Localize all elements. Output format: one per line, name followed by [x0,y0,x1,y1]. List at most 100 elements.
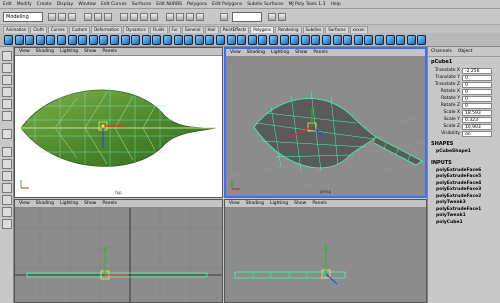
viewport-persp[interactable]: View Shading Lighting Show Panels persp [224,47,427,198]
channels-menu[interactable]: Channels [431,49,452,54]
vp-menu-panels[interactable]: Panels [313,50,327,55]
vp-menu-shading[interactable]: Shading [36,201,54,206]
shelf-polygon-tool-icon[interactable] [152,35,162,45]
menu-item-polygons[interactable]: Polygons [187,2,207,7]
shelf-polygon-tool-icon[interactable] [120,35,130,45]
menu-item-edit-polygons[interactable]: Edit Polygons [212,2,242,7]
menu-item-edit-nurbs[interactable]: Edit NURBS [156,2,182,7]
shelf-polygon-tool-icon[interactable] [258,35,268,45]
shelf-polygon-tool-icon[interactable] [269,35,278,45]
menu-item-help[interactable]: Help [330,2,340,7]
shelf-polygon-tool-icon[interactable] [110,35,119,45]
attribute-label[interactable]: Visibility [430,131,462,136]
shelf-tab-fur[interactable]: Fur [168,26,181,33]
shelf-tab-animation[interactable]: Animation [3,26,30,33]
attribute-label[interactable]: Scale X [430,110,462,115]
four-view-layout-icon[interactable] [2,159,12,169]
attribute-label[interactable]: Rotate Z [430,103,462,108]
shelf-polygon-tool-icon[interactable] [364,35,374,45]
shelf-polygon-tool-icon[interactable] [141,35,151,45]
shelf-tab-fluids[interactable]: Fluids [149,26,168,33]
vp-menu-lighting[interactable]: Lighting [60,201,78,206]
vp-menu-view[interactable]: View [229,201,240,206]
menu-item-window[interactable]: Window [78,2,96,7]
vp-menu-lighting[interactable]: Lighting [270,201,288,206]
shelf-polygon-tool-icon[interactable] [332,35,342,45]
shelf-tab-dynamics[interactable]: Dynamics [123,26,149,33]
shelf-polygon-tool-icon[interactable] [247,35,257,45]
shelf-polygon-tool-icon[interactable] [205,35,215,45]
shelf-tab-painteffects[interactable]: PaintEffects [219,26,250,33]
shelf-tab-hair[interactable]: Hair [204,26,219,33]
render-globals-icon[interactable] [196,13,204,21]
menu-item-subdiv-surfaces[interactable]: Subdiv Surfaces [247,2,283,7]
viewport-front[interactable]: View Shading Lighting Show Panels [14,199,223,303]
single-view-layout-icon[interactable] [2,147,12,157]
open-scene-icon[interactable] [58,13,66,21]
select-hierarchy-icon[interactable] [84,13,92,21]
history-icon[interactable] [166,13,174,21]
shelf-tab-curves[interactable]: Curves [47,26,68,33]
shelf-tab-custom[interactable]: Custom [68,26,91,33]
shelf-polygon-tool-icon[interactable] [216,35,225,45]
shelf-tab-surfaces[interactable]: Surfaces [325,26,349,33]
channel-box-toggle-icon[interactable] [268,13,276,21]
shelf-polygon-tool-icon[interactable] [290,35,300,45]
select-tool-icon[interactable] [2,51,12,61]
attribute-editor-toggle-icon[interactable] [278,13,286,21]
select-object-icon[interactable] [94,13,102,21]
vp-menu-view[interactable]: View [19,49,30,54]
shelf-tab-general[interactable]: General [181,26,204,33]
attribute-label[interactable]: Translate Y [430,75,462,80]
shelf-polygon-tool-icon[interactable] [194,35,204,45]
shelf-tab-subdivs[interactable]: Subdivs [302,26,325,33]
outliner-layout-icon[interactable] [2,219,12,229]
attribute-label[interactable]: Rotate Y [430,96,462,101]
shelf-polygon-tool-icon[interactable] [375,35,384,45]
rotate-tool-icon[interactable] [2,87,12,97]
vp-menu-show[interactable]: Show [295,50,307,55]
attribute-value-field[interactable]: 0 [462,95,492,102]
shelf-polygon-tool-icon[interactable] [343,35,353,45]
shelf-tab-polygons[interactable]: Polygons [250,26,275,33]
vp-menu-lighting[interactable]: Lighting [271,50,289,55]
attribute-value-field[interactable]: 18.593 [462,109,492,116]
attribute-value-field[interactable]: 0 [462,81,492,88]
shelf-polygon-tool-icon[interactable] [35,35,45,45]
menu-item-edit-curves[interactable]: Edit Curves [101,2,127,7]
shelf-tab-cloth[interactable]: Cloth [30,26,47,33]
shelf-polygon-tool-icon[interactable] [173,35,183,45]
object-menu[interactable]: Object [458,49,473,54]
select-input-icon[interactable] [220,13,228,21]
menu-item-mj-poly-tools-1-3[interactable]: MJ Poly Tools 1.3 [288,2,325,7]
shelf-polygon-tool-icon[interactable] [184,35,194,45]
object-name[interactable]: pCube1 [428,57,500,67]
viewport-top[interactable]: View Shading Lighting Show Panels top [14,47,223,198]
hypershade-layout-icon[interactable] [2,195,12,205]
attribute-value-field[interactable]: 0.323 [462,116,492,123]
attribute-label[interactable]: Translate Z [430,82,462,87]
attribute-value-field[interactable]: 0 [462,88,492,95]
attribute-label[interactable]: Scale Y [430,117,462,122]
shelf-polygon-tool-icon[interactable] [78,35,88,45]
snap-view-icon[interactable] [150,13,158,21]
snap-point-icon[interactable] [140,13,148,21]
render-icon[interactable] [176,13,184,21]
shelf-polygon-tool-icon[interactable] [237,35,247,45]
shelf-polygon-tool-icon[interactable] [46,35,56,45]
shelf-polygon-tool-icon[interactable] [131,35,141,45]
scale-tool-icon[interactable] [2,99,12,109]
vp-menu-lighting[interactable]: Lighting [60,49,78,54]
menu-item-modify[interactable]: Modify [17,2,32,7]
attribute-label[interactable]: Translate X [430,68,462,73]
shelf-polygon-tool-icon[interactable] [311,35,321,45]
shelf-polygon-tool-icon[interactable] [353,35,363,45]
menu-item-edit[interactable]: Edit [3,2,12,7]
shelf-polygon-tool-icon[interactable] [67,35,77,45]
shelf-tab-deformation[interactable]: Deformation [91,26,123,33]
manipulator-tool-icon[interactable] [2,111,12,121]
attribute-value-field[interactable]: -2.256 [462,67,492,74]
vp-menu-shading[interactable]: Shading [246,201,264,206]
input-node[interactable]: polyCube1 [428,220,500,227]
shelf-polygon-tool-icon[interactable] [88,35,98,45]
